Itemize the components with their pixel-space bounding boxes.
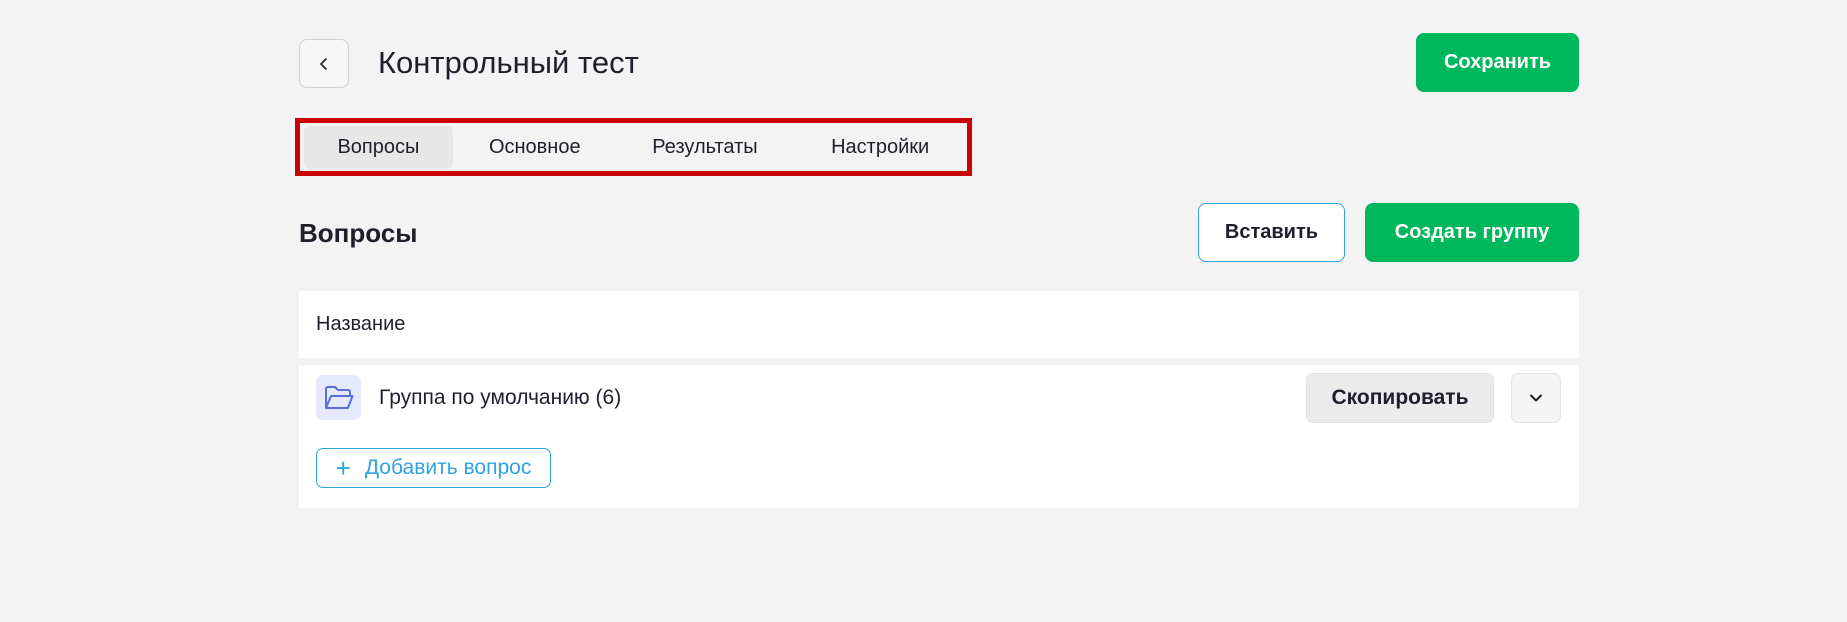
folder-icon-container — [316, 375, 361, 420]
tab-bar: Вопросы Основное Результаты Настройки — [295, 118, 972, 176]
tab-questions[interactable]: Вопросы — [304, 125, 453, 169]
chevron-left-icon — [320, 57, 327, 70]
plus-icon: + — [335, 453, 351, 483]
back-button[interactable] — [299, 39, 349, 88]
copy-button[interactable]: Скопировать — [1306, 373, 1494, 423]
save-button[interactable]: Сохранить — [1416, 33, 1579, 92]
insert-button[interactable]: Вставить — [1198, 203, 1345, 262]
column-header-name: Название — [316, 313, 406, 335]
question-group: Группа по умолчанию (6) Скопировать + До… — [299, 365, 1579, 508]
add-question-label: Добавить вопрос — [364, 456, 532, 479]
add-question-button[interactable]: + Добавить вопрос — [316, 448, 551, 488]
tab-general[interactable]: Основное — [453, 126, 617, 169]
folder-open-icon — [324, 385, 353, 409]
page-title: Контрольный тест — [378, 45, 639, 80]
tab-results[interactable]: Результаты — [617, 126, 794, 169]
tab-settings[interactable]: Настройки — [793, 126, 967, 169]
chevron-down-icon — [1530, 394, 1542, 402]
section-title: Вопросы — [299, 218, 418, 248]
page: Контрольный тест Сохранить Вопросы Основ… — [0, 0, 1847, 622]
table-header: Название — [299, 291, 1579, 358]
expand-group-button[interactable] — [1511, 373, 1561, 423]
group-name: Группа по умолчанию (6) — [379, 386, 622, 409]
create-group-button[interactable]: Создать группу — [1365, 203, 1579, 262]
